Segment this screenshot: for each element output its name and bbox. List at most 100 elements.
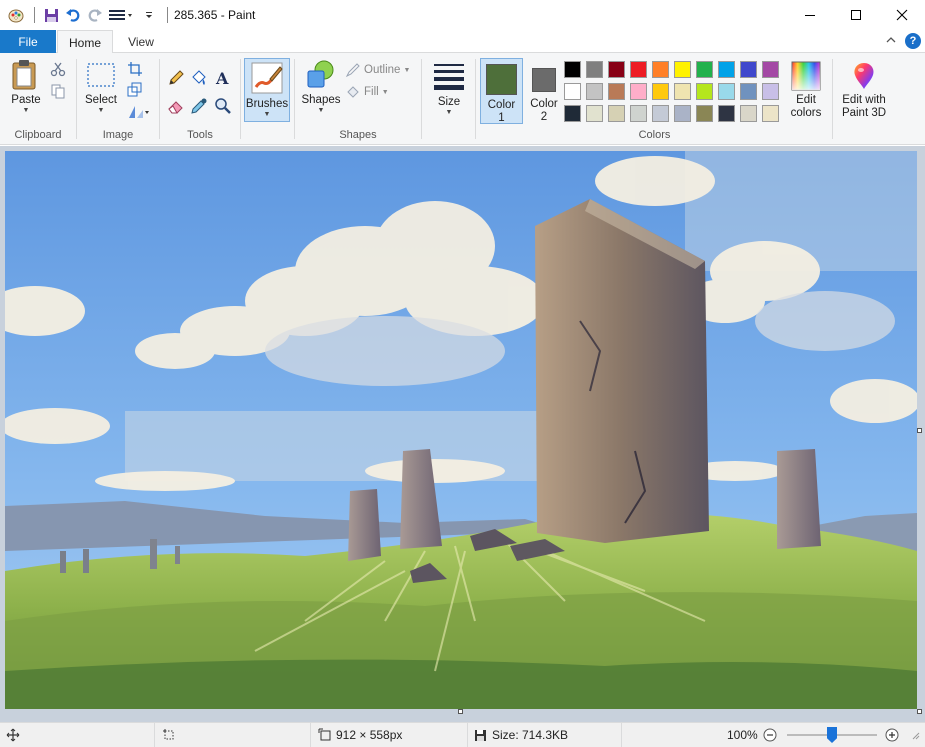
resize-handle-right[interactable] [917, 428, 922, 433]
tab-view[interactable]: View [116, 30, 166, 53]
resize-icon[interactable] [127, 82, 143, 101]
palette-swatch[interactable] [674, 105, 691, 122]
fill-bucket-icon[interactable] [190, 69, 208, 90]
select-button[interactable]: Select ▼ [83, 59, 119, 115]
window-controls [787, 0, 925, 30]
palette-swatch[interactable] [652, 83, 669, 100]
color-picker-icon[interactable] [190, 97, 208, 118]
tab-home[interactable]: Home [57, 30, 113, 54]
color-palette [564, 61, 790, 127]
edit-colors-button[interactable]: Edit colors [786, 61, 826, 120]
redo-icon[interactable] [85, 5, 105, 25]
palette-swatch[interactable] [762, 105, 779, 122]
resize-handle-bottom[interactable] [458, 709, 463, 714]
palette-swatch[interactable] [652, 105, 669, 122]
brushes-button[interactable]: Brushes ▼ [244, 58, 290, 122]
quick-access-toolbar [0, 0, 174, 30]
zoom-in-button[interactable] [885, 723, 899, 747]
zoom-out-button[interactable] [763, 723, 777, 747]
close-button[interactable] [879, 0, 925, 30]
palette-swatch[interactable] [630, 61, 647, 78]
cut-icon[interactable] [50, 61, 66, 80]
paste-icon [12, 60, 36, 90]
shapes-group: Shapes ▼ Outline ▼ Fill ▼ Shapes [295, 55, 421, 143]
edit-with-paint3d-button[interactable]: Edit with Paint 3D [836, 61, 892, 120]
paint-app-icon[interactable] [6, 5, 26, 25]
fill-dropdown[interactable]: Fill ▼ [345, 82, 389, 102]
collapse-ribbon-icon[interactable] [885, 34, 897, 48]
rotate-icon[interactable] [127, 104, 151, 123]
maximize-button[interactable] [833, 0, 879, 30]
select-dropdown-icon[interactable]: ▼ [83, 107, 119, 115]
palette-swatch[interactable] [740, 105, 757, 122]
palette-swatch[interactable] [630, 105, 647, 122]
palette-swatch[interactable] [586, 61, 603, 78]
tab-file[interactable]: File [0, 30, 56, 53]
image-group-label: Image [102, 129, 134, 141]
crop-icon[interactable] [127, 61, 143, 80]
resize-grip-icon[interactable] [910, 723, 920, 747]
copy-icon[interactable] [50, 83, 66, 102]
canvas-workspace[interactable] [0, 146, 925, 722]
status-bar: 912 × 558px Size: 714.3KB 100% [0, 722, 925, 747]
palette-swatch[interactable] [740, 83, 757, 100]
help-icon[interactable]: ? [905, 33, 921, 49]
drawing-canvas[interactable] [5, 151, 917, 709]
palette-swatch[interactable] [564, 61, 581, 78]
palette-swatch[interactable] [696, 105, 713, 122]
shapes-button[interactable]: Shapes ▼ [300, 59, 342, 115]
color2-swatch [532, 68, 556, 92]
color1-button[interactable]: Color 1 [480, 58, 523, 124]
undo-icon[interactable] [63, 5, 83, 25]
palette-swatch[interactable] [718, 61, 735, 78]
zoom-slider-thumb[interactable] [827, 727, 837, 743]
palette-swatch[interactable] [674, 61, 691, 78]
size-button[interactable]: Size ▼ [428, 59, 470, 117]
text-tool-icon[interactable]: A [214, 69, 232, 90]
palette-swatch[interactable] [630, 83, 647, 100]
minimize-button[interactable] [787, 0, 833, 30]
paste-button[interactable]: Paste ▼ [8, 59, 44, 115]
palette-swatch[interactable] [696, 83, 713, 100]
size-dropdown-icon[interactable]: ▼ [428, 109, 470, 117]
palette-swatch[interactable] [652, 61, 669, 78]
shapes-dropdown-icon[interactable]: ▼ [300, 107, 342, 115]
palette-swatch[interactable] [718, 105, 735, 122]
pencil-icon[interactable] [167, 69, 185, 90]
zoom-level: 100% [727, 728, 758, 742]
status-separator [310, 723, 311, 747]
palette-swatch[interactable] [608, 61, 625, 78]
palette-swatch[interactable] [608, 105, 625, 122]
outline-dropdown[interactable]: Outline ▼ [345, 60, 410, 80]
palette-swatch[interactable] [564, 83, 581, 100]
file-size: Size: 714.3KB [474, 723, 568, 747]
color2-button[interactable]: Color 2 [525, 58, 565, 124]
palette-swatch[interactable] [696, 61, 713, 78]
brushes-dropdown-icon[interactable]: ▼ [245, 111, 289, 119]
disk-icon [475, 729, 486, 741]
palette-swatch[interactable] [762, 61, 779, 78]
palette-swatch[interactable] [718, 83, 735, 100]
magnifier-icon[interactable] [214, 97, 232, 118]
palette-swatch[interactable] [608, 83, 625, 100]
palette-swatch[interactable] [674, 83, 691, 100]
resize-handle-corner[interactable] [917, 709, 922, 714]
zoom-slider[interactable] [787, 723, 877, 747]
edit-colors-label-1: Edit [796, 94, 816, 106]
palette-swatch[interactable] [564, 105, 581, 122]
palette-swatch[interactable] [586, 105, 603, 122]
qat-dropdown-icon[interactable] [139, 5, 159, 25]
selection-size-icon [162, 723, 176, 747]
palette-swatch[interactable] [762, 83, 779, 100]
palette-swatch[interactable] [586, 83, 603, 100]
save-icon[interactable] [41, 5, 61, 25]
palette-swatch[interactable] [740, 61, 757, 78]
customize-menu-icon[interactable] [107, 5, 137, 25]
color2-label: Color [530, 98, 558, 110]
dimensions-text: 912 × 558px [336, 728, 403, 742]
eraser-icon[interactable] [167, 97, 185, 118]
paint3d-group: Edit with Paint 3D [834, 55, 892, 143]
toolbar-separator [167, 7, 168, 23]
paste-dropdown-icon[interactable]: ▼ [8, 107, 44, 115]
edit-colors-icon [791, 61, 821, 91]
